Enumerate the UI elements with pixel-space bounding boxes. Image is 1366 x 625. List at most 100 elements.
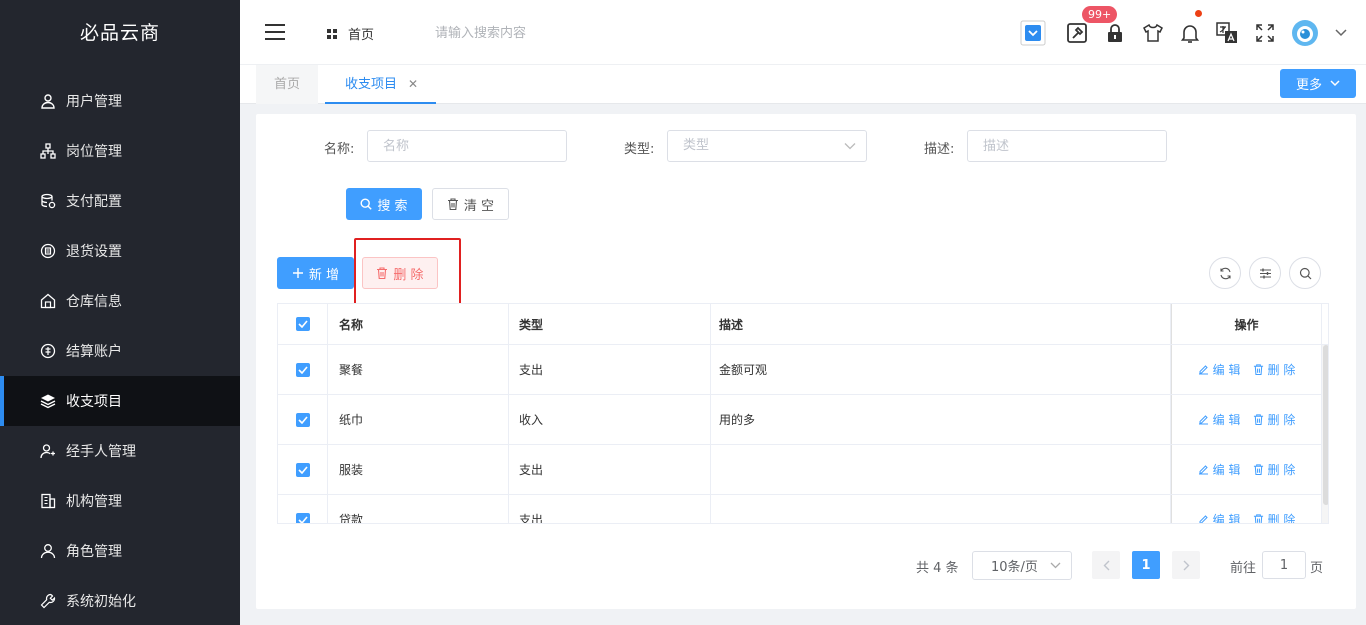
next-page-button[interactable] [1172, 551, 1200, 579]
checkbox-checked-icon[interactable] [295, 462, 310, 477]
clear-button[interactable]: 清 空 [432, 188, 509, 220]
close-icon[interactable]: ✕ [408, 65, 418, 104]
add-button[interactable]: 新 增 [277, 257, 354, 289]
sliders-icon [1259, 267, 1272, 280]
tab-label: 收支项目 [345, 77, 398, 92]
trash-icon [1253, 514, 1263, 523]
row-edit-button[interactable]: 编 辑 [1198, 361, 1241, 378]
scrollbar-thumb[interactable] [1323, 345, 1328, 505]
sidebar-item-label: 用户管理 [66, 94, 122, 110]
main-panel: 名称: 类型: 类型 描述: 搜 索 清 空 新 增 删 除 名称 [256, 114, 1356, 609]
sidebar-item-label: 退货设置 [66, 244, 122, 260]
search-button[interactable]: 搜 索 [346, 188, 422, 220]
sidebar-item-payment[interactable]: 支付配置 [0, 176, 240, 226]
chevron-right-icon [1183, 560, 1190, 571]
row-edit-button[interactable]: 编 辑 [1198, 511, 1241, 524]
checkbox-checked-icon[interactable] [295, 362, 310, 377]
sidebar-item-handlers[interactable]: 经手人管理 [0, 426, 240, 476]
page-size-select[interactable]: 10条/页 [972, 551, 1072, 580]
page-number-button[interactable]: 1 [1132, 551, 1160, 579]
row-delete-button[interactable]: 删 除 [1253, 411, 1296, 428]
column-header-type[interactable]: 类型 [509, 304, 711, 344]
refresh-button[interactable] [1209, 257, 1241, 289]
fullscreen-icon[interactable] [1252, 20, 1278, 46]
sidebar-item-warehouse[interactable]: 仓库信息 [0, 276, 240, 326]
type-filter-placeholder: 类型 [683, 138, 710, 153]
select-all-checkbox-cell[interactable] [278, 304, 328, 344]
avatar[interactable] [1290, 18, 1320, 48]
sidebar-item-users[interactable]: 用户管理 [0, 76, 240, 126]
add-button-label: 新 增 [308, 267, 340, 283]
cell-name: 纸巾 [328, 395, 509, 444]
tab-income-expense[interactable]: 收支项目 ✕ [325, 65, 436, 104]
table-scrollbar[interactable] [1322, 345, 1328, 523]
checkbox-checked-icon[interactable] [295, 412, 310, 427]
goto-suffix: 页 [1310, 561, 1324, 576]
sidebar-menu: 用户管理 岗位管理 支付配置 退货设置 仓库信息 结算账户 收支项目 经手人管理… [0, 76, 240, 625]
more-button[interactable]: 更多 [1280, 69, 1356, 98]
row-checkbox-cell[interactable] [278, 345, 328, 394]
row-edit-button[interactable]: 编 辑 [1198, 461, 1241, 478]
edit-label: 编 辑 [1212, 363, 1241, 377]
tab-home[interactable]: 首页 [256, 65, 318, 104]
building-icon [40, 493, 56, 509]
table-row: 贷款 支出 编 辑 删 除 [278, 495, 1328, 524]
prev-page-button[interactable] [1092, 551, 1120, 579]
desc-filter-input[interactable] [967, 130, 1167, 162]
row-checkbox-cell[interactable] [278, 495, 328, 523]
sidebar-item-organizations[interactable]: 机构管理 [0, 476, 240, 526]
table-header-row: 名称 类型 描述 操作 [278, 304, 1328, 345]
dropdown-square-icon[interactable] [1020, 20, 1046, 46]
chevron-down-icon [1330, 80, 1340, 87]
header-search-input[interactable] [435, 20, 635, 46]
edit-label: 编 辑 [1212, 513, 1241, 524]
table-search-button[interactable] [1289, 257, 1321, 289]
layers-icon [40, 393, 56, 409]
table-row: 服装 支出 编 辑 删 除 [278, 445, 1328, 495]
sidebar-item-label: 岗位管理 [66, 144, 122, 160]
tab-bar: 首页 收支项目 ✕ 更多 [240, 65, 1366, 104]
row-checkbox-cell[interactable] [278, 395, 328, 444]
sidebar-item-returns[interactable]: 退货设置 [0, 226, 240, 276]
name-filter-input[interactable] [367, 130, 567, 162]
edit-icon [1198, 415, 1208, 425]
sidebar-item-accounts[interactable]: 结算账户 [0, 326, 240, 376]
goto-page-input[interactable] [1262, 551, 1306, 579]
column-settings-button[interactable] [1249, 257, 1281, 289]
delete-label: 删 除 [1267, 413, 1296, 427]
pagination: 共 4 条 10条/页 1 前往 页 [256, 551, 1356, 581]
sidebar-item-income-expense[interactable]: 收支项目 [0, 376, 240, 426]
row-delete-button[interactable]: 删 除 [1253, 361, 1295, 378]
database-icon [40, 193, 56, 209]
bell-alert-dot [1195, 10, 1202, 17]
tools-icon[interactable] [1064, 20, 1090, 46]
column-header-name[interactable]: 名称 [328, 304, 509, 344]
cell-name: 聚餐 [328, 345, 509, 394]
row-delete-button[interactable]: 删 除 [1253, 461, 1295, 478]
column-header-actions: 操作 [1171, 304, 1322, 344]
delete-label: 删 除 [1267, 513, 1296, 524]
sidebar-item-roles[interactable]: 角色管理 [0, 526, 240, 576]
sidebar-item-system-init[interactable]: 系统初始化 [0, 576, 240, 625]
column-header-desc[interactable]: 描述 [711, 304, 1171, 344]
bell-icon[interactable] [1177, 20, 1203, 46]
row-checkbox-cell[interactable] [278, 445, 328, 494]
sidebar-item-label: 仓库信息 [66, 294, 122, 310]
row-edit-button[interactable]: 编 辑 [1198, 411, 1241, 428]
menu-toggle-icon[interactable] [264, 22, 286, 42]
cell-type: 支出 [509, 445, 711, 494]
chevron-down-icon[interactable] [1328, 20, 1354, 46]
trash-icon [1253, 414, 1263, 425]
sidebar-item-positions[interactable]: 岗位管理 [0, 126, 240, 176]
type-filter-select[interactable]: 类型 [667, 130, 867, 162]
type-filter-label: 类型: [624, 142, 655, 157]
account-icon [40, 343, 56, 359]
breadcrumb[interactable]: 首页 [326, 24, 374, 43]
translate-icon[interactable] [1214, 20, 1240, 46]
handler-icon [40, 443, 56, 459]
checkbox-checked-icon[interactable] [295, 512, 310, 523]
shirt-icon[interactable] [1140, 20, 1166, 46]
checkbox-checked-icon[interactable] [295, 317, 310, 331]
lock-icon[interactable] [1102, 20, 1128, 46]
row-delete-button[interactable]: 删 除 [1253, 511, 1296, 524]
